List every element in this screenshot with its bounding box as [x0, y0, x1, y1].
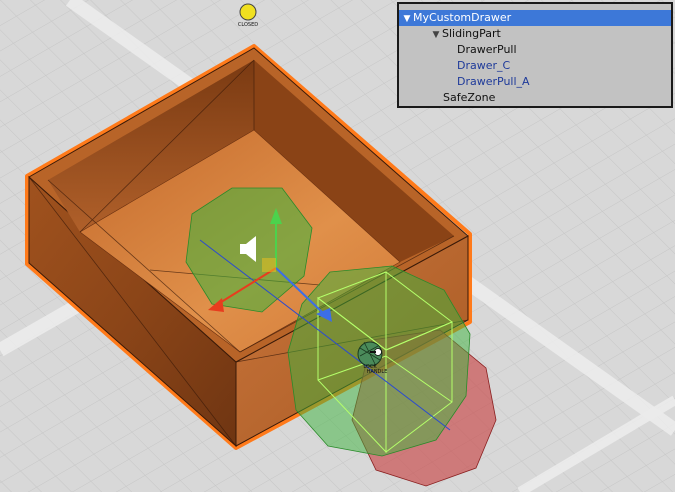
hierarchy-item-label: SafeZone — [443, 91, 496, 104]
hierarchy-item-label: SlidingPart — [442, 27, 501, 40]
hierarchy-item-slidingpart[interactable]: ▼ SlidingPart — [399, 26, 671, 42]
state-indicator-label: CLOSED — [238, 22, 258, 28]
hierarchy-item-mycustomdrawer[interactable]: ▼ MyCustomDrawer — [399, 10, 671, 26]
hierarchy-item-label: DrawerPull_A — [457, 75, 530, 88]
hierarchy-item-drawerpull-a[interactable]: DrawerPull_A — [399, 74, 671, 90]
hierarchy-item-label: MyCustomDrawer — [413, 11, 512, 24]
hierarchy-item-drawer-c[interactable]: Drawer_C — [399, 58, 671, 74]
state-indicator-gizmo[interactable]: CLOSED — [238, 3, 258, 28]
handle-gizmo-label-line2: HANDLE — [367, 369, 388, 375]
hierarchy-panel: ▼ MyCustomDrawer ▼ SlidingPart DrawerPull … — [397, 2, 673, 108]
expand-triangle-icon[interactable]: ▼ — [430, 27, 442, 43]
hierarchy-item-label: Drawer_C — [457, 59, 511, 72]
expand-triangle-icon[interactable]: ▼ — [401, 11, 413, 27]
hierarchy-item-drawerpull[interactable]: DrawerPull — [399, 42, 671, 58]
hierarchy-item-label: DrawerPull — [457, 43, 517, 56]
hierarchy-item-safezone[interactable]: SafeZone — [399, 90, 671, 106]
state-indicator-dot — [239, 3, 257, 21]
move-gizmo-plane-handle[interactable] — [262, 258, 276, 272]
